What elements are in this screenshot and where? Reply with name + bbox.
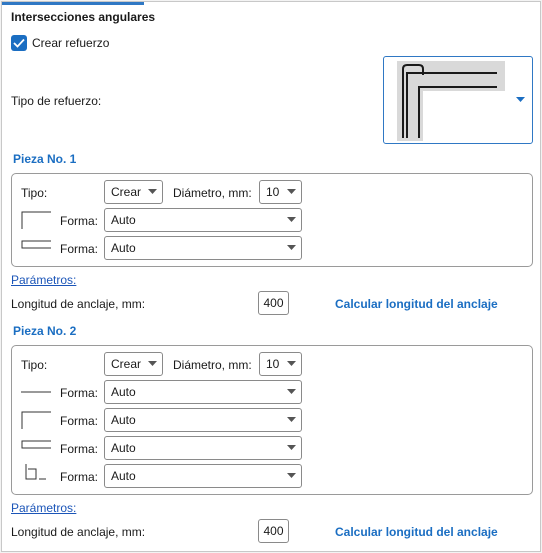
tipo-value: Crear: [111, 357, 142, 371]
diameter-label: Diámetro, mm:: [173, 358, 252, 372]
diameter-value: 10: [266, 357, 280, 371]
tipo-label: Tipo:: [21, 186, 48, 200]
chevron-down-icon: [148, 361, 157, 366]
piece-2-heading: Pieza No. 2: [13, 324, 77, 338]
anchor-length-input[interactable]: 400: [258, 519, 289, 543]
reinforcement-type-label: Tipo de refuerzo:: [11, 94, 102, 108]
forma-select[interactable]: Auto: [104, 408, 302, 432]
chevron-down-icon: [287, 389, 296, 394]
calculate-anchor-length-button[interactable]: Calcular longitud del anclaje: [335, 297, 498, 311]
parameters-link[interactable]: Parámetros:: [11, 273, 76, 287]
diameter-value: 10: [266, 185, 280, 199]
checkbox-checked-icon: [11, 35, 27, 51]
forma-value: Auto: [111, 469, 136, 483]
anchor-length-label: Longitud de anclaje, mm:: [11, 525, 146, 539]
calculate-anchor-length-button[interactable]: Calcular longitud del anclaje: [335, 525, 498, 539]
chevron-down-icon: [287, 189, 296, 194]
forma-select[interactable]: Auto: [104, 436, 302, 460]
straight-line-icon: [21, 391, 51, 393]
l-bracket-icon: [21, 211, 51, 229]
diameter-select[interactable]: 10: [259, 180, 302, 204]
forma-select[interactable]: Auto: [104, 380, 302, 404]
forma-label: Forma:: [60, 386, 99, 400]
forma-value: Auto: [111, 241, 136, 255]
tipo-label: Tipo:: [21, 358, 48, 372]
chevron-down-icon: [287, 473, 296, 478]
diameter-select[interactable]: 10: [259, 352, 302, 376]
piece-1-heading: Pieza No. 1: [13, 152, 77, 166]
create-reinforcement-checkbox[interactable]: Crear refuerzo: [11, 35, 109, 51]
forma-select[interactable]: Auto: [104, 464, 302, 488]
forma-value: Auto: [111, 213, 136, 227]
intersections-panel: Intersecciones angulares Crear refuerzo …: [1, 1, 541, 552]
chevron-down-icon: [287, 445, 296, 450]
forma-label: Forma:: [60, 442, 99, 456]
anchor-length-input[interactable]: 400: [258, 291, 289, 315]
anchor-length-label: Longitud de anclaje, mm:: [11, 297, 146, 311]
chevron-down-icon: [148, 189, 157, 194]
forma-value: Auto: [111, 385, 136, 399]
forma-value: Auto: [111, 413, 136, 427]
chevron-down-icon: [287, 217, 296, 222]
reinforcement-type-selector[interactable]: [383, 56, 533, 144]
forma-select[interactable]: Auto: [104, 236, 302, 260]
parameters-link[interactable]: Parámetros:: [11, 501, 76, 515]
panel-title: Intersecciones angulares: [11, 10, 156, 24]
l-bracket-icon: [21, 411, 51, 429]
u-bracket-icon: [21, 240, 51, 249]
tipo-value: Crear: [111, 185, 142, 199]
forma-select[interactable]: Auto: [104, 208, 302, 232]
tab-accent-bar: [2, 2, 144, 5]
piece-2-group: Tipo: Crear Diámetro, mm: 10 Forma: Auto…: [11, 345, 533, 495]
forma-label: Forma:: [60, 470, 99, 484]
tipo-select[interactable]: Crear: [104, 180, 163, 204]
forma-label: Forma:: [60, 242, 99, 256]
chevron-down-icon: [516, 97, 525, 102]
tipo-select[interactable]: Crear: [104, 352, 163, 376]
diameter-label: Diámetro, mm:: [173, 186, 252, 200]
hook-bracket-icon: [25, 464, 46, 480]
forma-label: Forma:: [60, 214, 99, 228]
chevron-down-icon: [287, 245, 296, 250]
forma-label: Forma:: [60, 414, 99, 428]
forma-value: Auto: [111, 441, 136, 455]
piece-1-group: Tipo: Crear Diámetro, mm: 10 Forma: Auto…: [11, 173, 533, 267]
corner-reinforcement-preview-icon: [397, 61, 505, 141]
chevron-down-icon: [287, 417, 296, 422]
checkbox-label: Crear refuerzo: [32, 36, 110, 50]
chevron-down-icon: [287, 361, 296, 366]
u-bracket-icon: [21, 440, 51, 449]
